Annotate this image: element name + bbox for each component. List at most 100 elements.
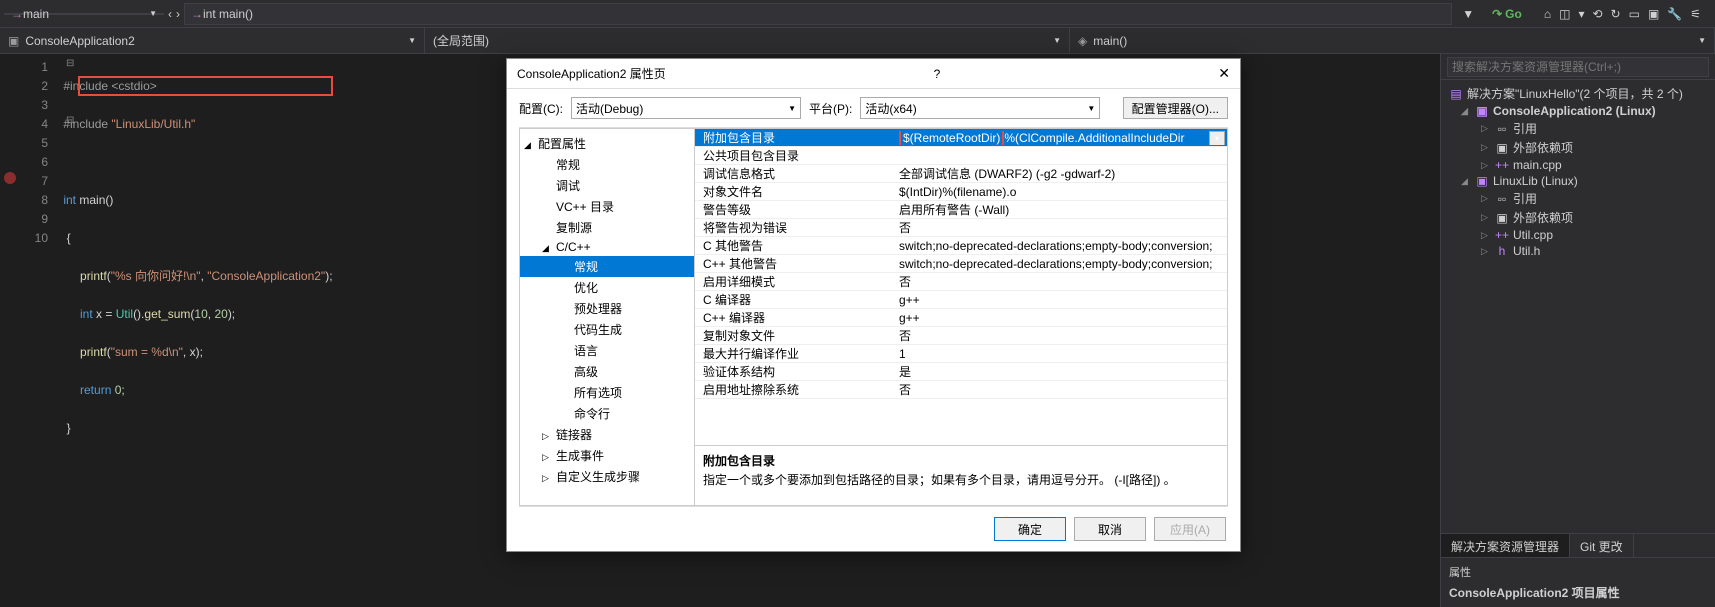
property-row[interactable]: 最大并行编译作业1 — [695, 345, 1227, 363]
expand-icon[interactable]: ▷ — [1481, 230, 1491, 241]
config-select[interactable]: 活动(Debug)▼ — [571, 97, 801, 119]
property-row[interactable]: 将警告视为错误否 — [695, 219, 1227, 237]
expand-icon[interactable]: ▷ — [542, 431, 552, 442]
property-row[interactable]: 公共项目包含目录 — [695, 147, 1227, 165]
property-row[interactable]: 启用详细模式否 — [695, 273, 1227, 291]
scope-func-dropdown[interactable]: ◈ main() ▼ — [1070, 28, 1715, 53]
pin-icon[interactable]: ⚟ — [1690, 7, 1701, 21]
solution-tree[interactable]: ▤解决方案"LinuxHello"(2 个项目，共 2 个) ◢▣Console… — [1441, 80, 1715, 533]
nav-fwd-icon[interactable]: › — [176, 7, 180, 21]
go-button[interactable]: ↷Go — [1484, 7, 1530, 21]
sync-icon[interactable]: ⟲ — [1592, 7, 1602, 21]
property-value[interactable]: g++ — [895, 311, 1227, 325]
ext-deps-node[interactable]: ▷▣外部依赖项 — [1441, 138, 1715, 157]
property-row[interactable]: 附加包含目录$(RemoteRootDir)%(ClCompile.Additi… — [695, 129, 1227, 147]
expand-icon[interactable]: ▷ — [1481, 246, 1491, 257]
expand-icon[interactable]: ◢ — [1461, 176, 1471, 187]
collapse-icon[interactable]: ◢ — [524, 140, 534, 151]
property-value[interactable]: 否 — [895, 273, 1227, 290]
expand-icon[interactable]: ▷ — [1481, 193, 1491, 204]
property-row[interactable]: C 其他警告switch;no-deprecated-declarations;… — [695, 237, 1227, 255]
refresh-icon[interactable]: ↻ — [1611, 7, 1621, 21]
collapse-icon[interactable]: ◢ — [542, 243, 552, 254]
property-value[interactable]: $(IntDir)%(filename).o — [895, 185, 1227, 199]
tree-cc-pp[interactable]: 预处理器 — [520, 298, 694, 319]
expand-icon[interactable]: ▷ — [1481, 212, 1491, 223]
property-value[interactable]: g++ — [895, 293, 1227, 307]
property-row[interactable]: 启用地址擦除系统否 — [695, 381, 1227, 399]
tree-linker[interactable]: ▷链接器 — [520, 424, 694, 445]
property-value[interactable]: 1 — [895, 347, 1227, 361]
tree-cc-adv[interactable]: 高级 — [520, 361, 694, 382]
brush-icon[interactable]: ▾ — [1578, 7, 1584, 21]
scope-global-dropdown[interactable]: (全局范围) ▼ — [425, 28, 1070, 53]
tree-custom-build[interactable]: ▷自定义生成步骤 — [520, 466, 694, 487]
tree-cc-codegen[interactable]: 代码生成 — [520, 319, 694, 340]
help-icon[interactable]: ? — [934, 67, 941, 81]
expand-icon[interactable]: ▷ — [542, 473, 552, 484]
property-row[interactable]: 调试信息格式全部调试信息 (DWARF2) (-g2 -gdwarf-2) — [695, 165, 1227, 183]
close-icon[interactable]: ✕ — [1218, 65, 1230, 82]
file-tab[interactable]: ▣ ConsoleApplication2 ▼ — [0, 28, 425, 53]
expand-icon[interactable]: ▷ — [1481, 160, 1491, 171]
property-value[interactable]: switch;no-deprecated-declarations;empty-… — [895, 239, 1227, 253]
apply-button[interactable]: 应用(A) — [1154, 517, 1226, 541]
tab-git-changes[interactable]: Git 更改 — [1570, 534, 1634, 557]
breakpoint-icon[interactable] — [4, 172, 16, 184]
tab-solution-explorer[interactable]: 解决方案资源管理器 — [1441, 534, 1570, 557]
tree-copysrc[interactable]: 复制源 — [520, 217, 694, 238]
tree-vcdirs[interactable]: VC++ 目录 — [520, 196, 694, 217]
chevron-down-icon[interactable]: ▼ — [1456, 7, 1480, 21]
expand-icon[interactable]: ◢ — [1461, 106, 1471, 117]
property-value[interactable]: 否 — [895, 327, 1227, 344]
tree-cc[interactable]: ◢C/C++ — [520, 238, 694, 256]
platform-select[interactable]: 活动(x64)▼ — [860, 97, 1100, 119]
tree-build-events[interactable]: ▷生成事件 — [520, 445, 694, 466]
property-value[interactable]: 否 — [895, 381, 1227, 398]
property-row[interactable]: C 编译器g++ — [695, 291, 1227, 309]
file-node[interactable]: ▷++Util.cpp — [1441, 227, 1715, 243]
file-node[interactable]: ▷hUtil.h — [1441, 243, 1715, 259]
expand-icon[interactable]: ▷ — [542, 452, 552, 463]
wrench-icon[interactable]: 🔧 — [1667, 7, 1682, 21]
stack-icon[interactable]: ▣ — [1648, 7, 1659, 21]
property-row[interactable]: 验证体系结构是 — [695, 363, 1227, 381]
fold-icon[interactable]: ⊟ — [66, 115, 74, 126]
property-row[interactable]: 复制对象文件否 — [695, 327, 1227, 345]
dropdown-icon[interactable]: ▾ — [1209, 131, 1225, 145]
refs-node[interactable]: ▷▫▫引用 — [1441, 119, 1715, 138]
property-tree[interactable]: ◢配置属性 常规 调试 VC++ 目录 复制源 ◢C/C++ 常规 优化 预处理… — [519, 128, 694, 506]
property-row[interactable]: C++ 编译器g++ — [695, 309, 1227, 327]
solution-node[interactable]: ▤解决方案"LinuxHello"(2 个项目，共 2 个) — [1441, 84, 1715, 103]
expand-icon[interactable]: ▷ — [1481, 123, 1491, 134]
tree-debug[interactable]: 调试 — [520, 175, 694, 196]
property-value[interactable]: 否 — [895, 219, 1227, 236]
toggle-icon[interactable]: ◫ — [1559, 7, 1570, 21]
project-node[interactable]: ◢▣LinuxLib (Linux) — [1441, 173, 1715, 189]
property-row[interactable]: 对象文件名$(IntDir)%(filename).o — [695, 183, 1227, 201]
refs-node[interactable]: ▷▫▫引用 — [1441, 189, 1715, 208]
expand-icon[interactable]: ▷ — [1481, 142, 1491, 153]
property-row[interactable]: C++ 其他警告switch;no-deprecated-declaration… — [695, 255, 1227, 273]
tree-cc-opt[interactable]: 优化 — [520, 277, 694, 298]
scope-dropdown-main[interactable]: → main ▼ — [4, 13, 164, 15]
ok-button[interactable]: 确定 — [994, 517, 1066, 541]
tree-cc-general[interactable]: 常规 — [520, 256, 694, 277]
property-row[interactable]: 警告等级启用所有警告 (-Wall) — [695, 201, 1227, 219]
collapse-icon[interactable]: ▭ — [1629, 7, 1640, 21]
project-node[interactable]: ◢▣ConsoleApplication2 (Linux) — [1441, 103, 1715, 119]
tree-cc-cmd[interactable]: 命令行 — [520, 403, 694, 424]
tree-cc-lang[interactable]: 语言 — [520, 340, 694, 361]
tree-config-props[interactable]: ◢配置属性 — [520, 133, 694, 154]
property-value[interactable]: 是 — [895, 363, 1227, 380]
tree-cc-all[interactable]: 所有选项 — [520, 382, 694, 403]
ext-deps-node[interactable]: ▷▣外部依赖项 — [1441, 208, 1715, 227]
function-dropdown[interactable]: → int main() — [184, 3, 1452, 25]
search-input[interactable] — [1447, 57, 1709, 77]
file-node[interactable]: ▷++main.cpp — [1441, 157, 1715, 173]
cancel-button[interactable]: 取消 — [1074, 517, 1146, 541]
property-value[interactable]: switch;no-deprecated-declarations;empty-… — [895, 257, 1227, 271]
property-value[interactable]: $(RemoteRootDir)%(ClCompile.AdditionalIn… — [895, 131, 1227, 145]
tree-general[interactable]: 常规 — [520, 154, 694, 175]
config-manager-button[interactable]: 配置管理器(O)... — [1123, 97, 1228, 119]
